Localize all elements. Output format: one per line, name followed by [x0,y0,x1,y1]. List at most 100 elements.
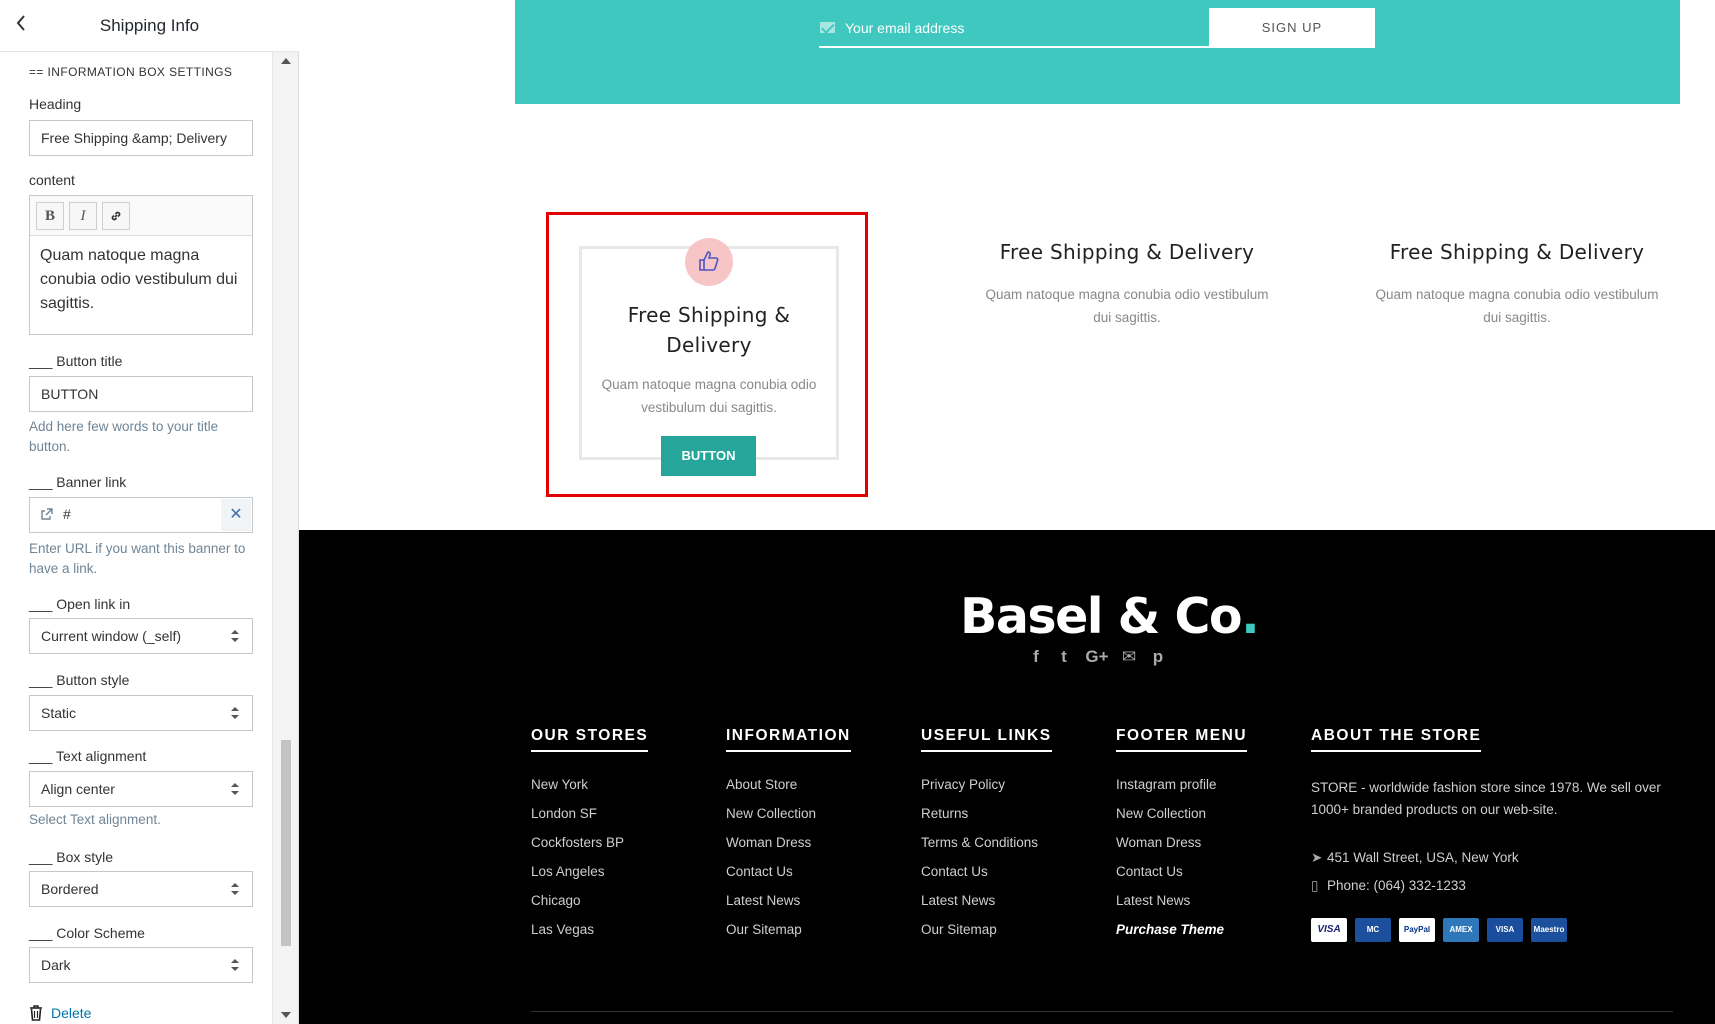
color-scheme-select[interactable]: Dark [29,947,253,983]
footer-logo[interactable]: Basel & Co. [960,588,1260,645]
footer-link[interactable]: Los Angeles [531,864,605,879]
section-heading: == INFORMATION BOX SETTINGS [29,65,233,79]
footer-link[interactable]: Returns [921,806,968,821]
select-arrows-icon [231,707,239,719]
footer-link[interactable]: Latest News [726,893,800,908]
banner-link-help: Enter URL if you want this banner to hav… [29,541,246,576]
open-link-label: ___ Open link in [29,596,131,612]
open-link-select[interactable]: Current window (_self) [29,618,253,654]
footer-column-title: USEFUL LINKS [921,727,1052,752]
footer-link[interactable]: Latest News [1116,893,1190,908]
footer-link[interactable]: New Collection [726,806,816,821]
address-text: 451 Wall Street, USA, New York [1327,850,1519,865]
footer-link[interactable]: Our Sitemap [726,922,802,937]
sidebar-scrollbar[interactable] [272,52,298,1024]
info-box-text: Quam natoque magna conubia odio vestibul… [985,287,1269,325]
paypal-card-icon: PayPal [1399,918,1435,942]
footer-column-title: OUR STORES [531,727,649,752]
banner-link-field[interactable]: # ✕ [29,497,253,533]
color-scheme-value: Dark [41,957,71,973]
phone-text: Phone: (064) 332-1233 [1327,878,1466,893]
amex-card-icon: AMEX [1443,918,1479,942]
banner-link-value: # [63,506,71,522]
button-title-help: Add here few words to your title button. [29,419,219,454]
logo-text: Basel & Co [960,588,1243,645]
content-label: content [29,172,75,188]
email-icon[interactable]: ✉ [1118,647,1140,667]
editor-text[interactable]: Quam natoque magna conubia odio vestibul… [40,244,240,316]
footer-column-useful-links: USEFUL LINKS Privacy Policy Returns Term… [921,727,1052,937]
external-link-icon [41,508,53,520]
google-plus-icon[interactable]: G+ [1084,647,1110,667]
footer-link[interactable]: Contact Us [1116,864,1183,879]
color-scheme-label: ___ Color Scheme [29,925,145,941]
sidebar-header: Shipping Info [0,0,299,52]
purchase-theme-link[interactable]: Purchase Theme [1116,922,1224,937]
text-alignment-select[interactable]: Align center [29,771,253,807]
select-arrows-icon [231,630,239,642]
envelope-icon [820,22,835,33]
open-link-value: Current window (_self) [41,628,182,644]
footer-link[interactable]: Privacy Policy [921,777,1005,792]
about-text: STORE - worldwide fashion store since 19… [1311,780,1661,817]
footer-link[interactable]: Contact Us [921,864,988,879]
box-style-value: Bordered [41,881,99,897]
trash-icon [30,1005,42,1021]
customizer-sidebar: Shipping Info == INFORMATION BOX SETTING… [0,0,299,1024]
footer-link[interactable]: Woman Dress [726,835,811,850]
button-title-label: ___ Button title [29,353,123,369]
select-arrows-icon [231,883,239,895]
footer-link[interactable]: Our Sitemap [921,922,997,937]
footer-link[interactable]: Terms & Conditions [921,835,1038,850]
italic-button[interactable]: I [69,202,97,230]
button-style-value: Static [41,705,77,721]
info-box-text: Quam natoque magna conubia odio vestibul… [601,377,817,415]
box-style-label: ___ Box style [29,849,114,865]
text-alignment-help: Select Text alignment. [29,812,161,827]
email-field[interactable]: Your email address [819,12,1209,48]
footer-link[interactable]: London SF [531,806,597,821]
delete-button[interactable]: Delete [29,1005,91,1021]
scroll-down-icon[interactable] [281,1012,291,1018]
footer-link[interactable]: About Store [726,777,797,792]
footer-link[interactable]: New York [531,777,588,792]
info-box-button[interactable]: BUTTON [661,436,756,476]
info-box-heading: Free Shipping & Delivery [999,240,1255,264]
scroll-thumb[interactable] [281,740,291,946]
footer-link[interactable]: Woman Dress [1116,835,1201,850]
scroll-up-icon[interactable] [281,58,291,64]
text-alignment-value: Align center [41,781,115,797]
link-button[interactable] [102,202,130,230]
facebook-icon[interactable]: f [1025,647,1047,667]
sign-up-button[interactable]: SIGN UP [1209,8,1375,48]
heading-label: Heading [29,96,82,112]
clear-link-button[interactable]: ✕ [221,499,251,531]
box-style-select[interactable]: Bordered [29,871,253,907]
text-alignment-label: ___ Text alignment [29,748,147,764]
footer-column-stores: OUR STORES New York London SF Cockfoster… [531,727,649,937]
heading-input[interactable]: Free Shipping &amp; Delivery [29,120,253,156]
footer-link[interactable]: Cockfosters BP [531,835,624,850]
email-placeholder: Your email address [845,20,965,36]
link-icon [111,211,121,221]
footer-link[interactable]: Las Vegas [531,922,594,937]
bold-button[interactable]: B [36,202,64,230]
editor-toolbar: B I [30,196,252,236]
logo-dot: . [1241,588,1260,645]
footer-link[interactable]: Instagram profile [1116,777,1217,792]
footer-link[interactable]: Latest News [921,893,995,908]
button-style-select[interactable]: Static [29,695,253,731]
twitter-icon[interactable]: t [1053,647,1075,667]
footer-link[interactable]: Chicago [531,893,581,908]
thumbs-up-icon [685,238,733,286]
footer-link[interactable]: Contact Us [726,864,793,879]
button-title-input[interactable]: BUTTON [29,376,253,412]
select-arrows-icon [231,959,239,971]
pinterest-icon[interactable]: p [1147,647,1169,667]
phone-line: ▯ Phone: (064) 332-1233 [1311,878,1466,894]
content-editor: B I Quam natoque magna conubia odio vest… [29,195,253,335]
button-style-label: ___ Button style [29,672,130,688]
footer-link[interactable]: New Collection [1116,806,1206,821]
maestro-card-icon: Maestro [1531,918,1567,942]
info-box-text: Quam natoque magna conubia odio vestibul… [1375,287,1659,325]
